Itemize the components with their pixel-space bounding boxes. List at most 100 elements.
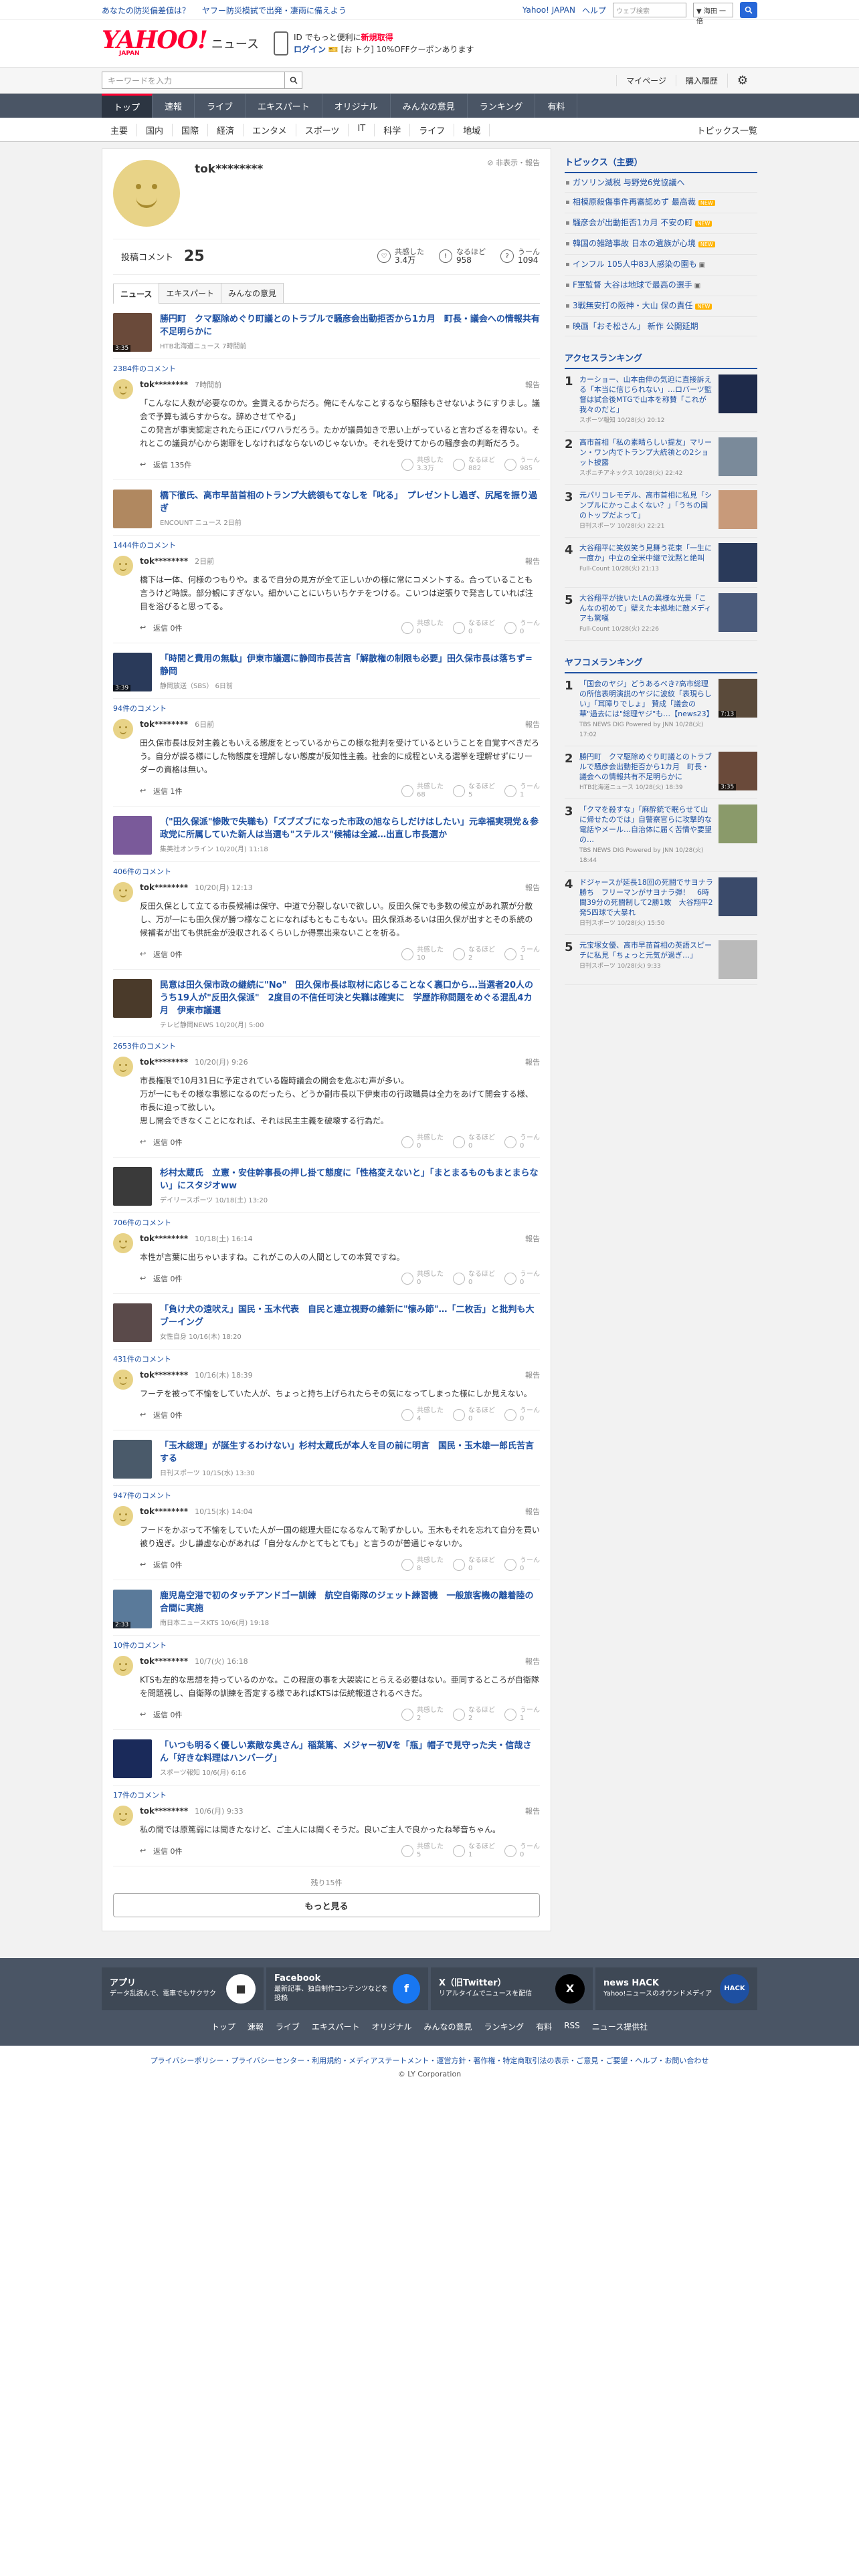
hmm-button[interactable]: うーん 0 — [504, 1134, 540, 1150]
empathy-button[interactable]: 共感した 10 — [401, 946, 444, 962]
hmm-button[interactable]: うーん 0 — [504, 1271, 540, 1287]
report-link[interactable]: 報告 — [525, 1370, 540, 1380]
report-link[interactable]: 報告 — [525, 882, 540, 893]
article-title[interactable]: 勝円町 クマ駆除めぐり町議とのトラブルで騒彦会出動拒否から1カ月 町長・議会への… — [160, 313, 540, 338]
article-title[interactable]: 「玉木総理」が誕生するわけない」杉村太蔵氏が本人を目の前に明言 国民・玉木雄一郎… — [160, 1440, 540, 1465]
article-thumbnail[interactable] — [113, 490, 152, 528]
topic-item[interactable]: 3戦無安打の阪神・大山 保の責任 NEW — [565, 296, 757, 317]
hmm-button[interactable]: うーん 1 — [504, 1707, 540, 1723]
promo-link-2[interactable]: ヤフー防災模試で出発・凄雨に備えよう — [202, 6, 347, 15]
reply-button[interactable]: ↩ 返信 0件 — [140, 1273, 183, 1284]
reply-button[interactable]: ↩ 返信 135件 — [140, 459, 192, 470]
reply-button[interactable]: ↩ 返信 0件 — [140, 623, 183, 633]
ranking-title[interactable]: ドジャースが延長18回の死闘でサヨナラ勝ち フリーマンがサヨナラ弾！ 6時間39… — [579, 877, 713, 929]
legal-links[interactable]: プライバシーポリシー・プライバシーセンター・利用規約・メディアステートメント・運… — [0, 2046, 859, 2068]
article-link[interactable]: （"田久保派"惨敗で失職も）「ズブズブになった市政の旭ならしだけはしたい」元幸福… — [113, 816, 540, 855]
article-title[interactable]: 鹿児島空港で初のタッチアンドゴー訓練 航空自衛隊のジェット練習機 一般旅客機の離… — [160, 1590, 540, 1615]
topic-item[interactable]: ガソリン減税 与野党6党協議へ — [565, 173, 757, 193]
hmm-button[interactable]: うーん 0 — [504, 620, 540, 636]
report-link[interactable]: 報告 — [525, 1506, 540, 1517]
web-search-input[interactable]: ウェブ検索 — [613, 3, 686, 17]
footer-nav-item[interactable]: ニュース提供社 — [592, 2021, 648, 2032]
footer-nav-item[interactable]: 有料 — [536, 2021, 552, 2032]
category-tab[interactable]: スポーツ — [296, 123, 349, 136]
category-tab[interactable]: IT — [349, 123, 375, 136]
article-title[interactable]: 「負け犬の遠吠え」国民・玉木代表 自民と連立視野の維新に"懐み節"…「二枚舌」と… — [160, 1303, 540, 1329]
reply-button[interactable]: ↩ 返信 0件 — [140, 1137, 183, 1148]
news-search-input[interactable]: キーワードを入力 — [108, 75, 172, 86]
profile-tab[interactable]: ニュース — [113, 284, 160, 304]
register-link[interactable]: 新規取得 — [361, 33, 393, 42]
nav-item[interactable]: 有料 — [535, 94, 578, 118]
hmm-button[interactable]: うーん 1 — [504, 946, 540, 962]
more-button[interactable]: もっと見る — [113, 1893, 540, 1917]
footer-app-link[interactable]: X（旧Twitter） リアルタイムでニュースを配信 X — [431, 1967, 593, 2010]
profile-tab[interactable]: みんなの意見 — [221, 283, 284, 303]
news-search-box[interactable]: キーワードを入力 — [102, 72, 302, 89]
hmm-button[interactable]: うーん 985 — [504, 457, 540, 473]
comment-count-link[interactable]: 706件のコメント — [113, 1212, 540, 1228]
comment-count-link[interactable]: 94件のコメント — [113, 698, 540, 714]
web-search-button[interactable] — [740, 2, 757, 18]
article-link[interactable]: 民意は田久保市政の継続に"No" 田久保市長は取材に応じることなく裏口から…当選… — [113, 979, 540, 1029]
article-link[interactable]: 杉村太蔵氏 立憲・安住幹事長の押し掛て態度に「性格変えないと」「まとまるものもま… — [113, 1167, 540, 1206]
reply-button[interactable]: ↩ 返信 0件 — [140, 1846, 183, 1856]
ranking-item[interactable]: 2 高市首相「私の素晴らしい提友」マリーン・ワン内でトランプ大統領との2ショット披… — [565, 432, 757, 485]
promo-link-1[interactable]: あなたの防災偏差値は？ — [102, 6, 190, 15]
ranking-item[interactable]: 4 大谷翔平に笑奴笑う見舞う花束「一生に一度か」中立の全米中継で沈黙と絶叫 Full… — [565, 538, 757, 588]
nav-item[interactable]: ライブ — [195, 94, 246, 118]
empathy-button[interactable]: 共感した 8 — [401, 1557, 444, 1573]
category-tab[interactable]: エンタメ — [244, 123, 296, 136]
login-link[interactable]: ログイン — [294, 45, 326, 54]
ranking-item[interactable]: 3 元パリコレモデル、高市首相に私見「シンプルにかっこよくない？」「うちの国のトッ… — [565, 485, 757, 538]
profile-tab[interactable]: エキスパート — [159, 283, 222, 303]
comment-count-link[interactable]: 406件のコメント — [113, 861, 540, 877]
article-link[interactable]: 「負け犬の遠吠え」国民・玉木代表 自民と連立視野の維新に"懐み節"…「二枚舌」と… — [113, 1303, 540, 1342]
ranking-item[interactable]: 1 カーショー、山本由伸の気迫に直接訴える「本当に信じられない」…ロバーツ監督は試… — [565, 369, 757, 432]
reply-button[interactable]: ↩ 返信 0件 — [140, 1560, 183, 1570]
category-tab[interactable]: 地域 — [454, 123, 490, 136]
article-title[interactable]: 「時間と費用の無駄」伊東市議選に静岡市長苦言「解散権の制限も必要」田久保市長は落… — [160, 653, 540, 678]
footer-app-link[interactable]: news HACK Yahoo!ニュースのオウンドメディア HACK — [595, 1967, 757, 2010]
hmm-button[interactable]: うーん 0 — [504, 1843, 540, 1859]
article-thumbnail[interactable] — [113, 1167, 152, 1206]
nav-item[interactable]: みんなの意見 — [391, 94, 468, 118]
ranking-title[interactable]: 元宝塚女優、高市早苗首相の英語スピーチに私見「ちょっと元気が過ぎ…」 日刊スポーツ… — [579, 940, 713, 979]
footer-nav-item[interactable]: オリジナル — [372, 2021, 412, 2032]
purchase-history-link[interactable]: 購入履歴 — [675, 74, 727, 86]
empathy-button[interactable]: 共感した 2 — [401, 1707, 444, 1723]
reply-button[interactable]: ↩ 返信 0件 — [140, 1709, 183, 1720]
footer-nav-item[interactable]: ランキング — [484, 2021, 524, 2032]
nav-item[interactable]: トップ — [102, 94, 153, 118]
nav-item[interactable]: 速報 — [153, 94, 195, 118]
comment-count-link[interactable]: 947件のコメント — [113, 1485, 540, 1501]
footer-nav-item[interactable]: トップ — [211, 2021, 235, 2032]
reply-button[interactable]: ↩ 返信 1件 — [140, 786, 183, 796]
empathy-button[interactable]: 共感した 3.3万 — [401, 457, 444, 473]
category-tab[interactable]: 国際 — [173, 123, 209, 136]
empathy-button[interactable]: 共感した 68 — [401, 783, 444, 799]
empathy-button[interactable]: 共感した 5 — [401, 1843, 444, 1859]
topic-item[interactable]: インフル 105人中83人感染の園も ▣ — [565, 255, 757, 276]
ranking-item[interactable]: 1 「国会のヤジ」どうあるべき?高市総理の所信表明演説のヤジに波紋「表現らしい」「… — [565, 673, 757, 746]
yahoo-japan-link[interactable]: Yahoo! JAPAN — [522, 5, 575, 15]
article-link[interactable]: 橋下徹氏、高市早苗首相のトランプ大統領もてなしを「叱る」 プレゼントし過ぎ、尻尾… — [113, 490, 540, 528]
article-title[interactable]: 橋下徹氏、高市早苗首相のトランプ大統領もてなしを「叱る」 プレゼントし過ぎ、尻尾… — [160, 490, 540, 515]
comment-count-link[interactable]: 2653件のコメント — [113, 1036, 540, 1051]
report-link[interactable]: 報告 — [525, 379, 540, 390]
insight-button[interactable]: なるほど 882 — [453, 457, 495, 473]
topic-item[interactable]: 騒彦会が出動拒否1カ月 不安の町 NEW — [565, 213, 757, 234]
ranking-item[interactable]: 5 元宝塚女優、高市早苗首相の英語スピーチに私見「ちょっと元気が過ぎ…」 日刊スポー… — [565, 935, 757, 985]
topic-item[interactable]: 映画「おそ松さん」 新作 公開延期 — [565, 317, 757, 336]
ranking-title[interactable]: 「クマを殺すな」「麻酔銃で眠らせて山に帰せたのでは」自警察官らに攻撃的な電話やメ… — [579, 804, 713, 866]
ranking-title[interactable]: 元パリコレモデル、高市首相に私見「シンプルにかっこよくない？」「うちの国のトップ… — [579, 490, 713, 532]
report-link[interactable]: 報告 — [525, 1806, 540, 1816]
footer-nav-item[interactable]: みんなの意見 — [424, 2021, 472, 2032]
report-link[interactable]: 報告 — [525, 556, 540, 566]
report-link[interactable]: 報告 — [525, 1233, 540, 1244]
insight-button[interactable]: なるほど 2 — [453, 1707, 495, 1723]
nav-item[interactable]: ランキング — [468, 94, 536, 118]
article-link[interactable]: 3:39 「時間と費用の無駄」伊東市議選に静岡市長苦言「解散権の制限も必要」田久保… — [113, 653, 540, 691]
insight-button[interactable]: なるほど 0 — [453, 1271, 495, 1287]
ranking-title[interactable]: 大谷翔平に笑奴笑う見舞う花束「一生に一度か」中立の全米中継で沈黙と絶叫 Full-… — [579, 543, 713, 582]
